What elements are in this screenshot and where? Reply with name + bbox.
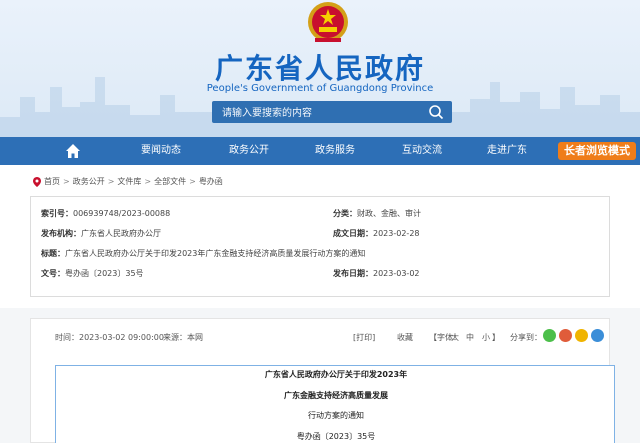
weibo-share-icon[interactable] bbox=[559, 329, 572, 342]
source-label: 来源：本网 bbox=[163, 333, 203, 342]
meta-published-date: 发布日期：2023-03-02 bbox=[333, 268, 420, 279]
document-body-frame: 广东省人民政府办公厅关于印发2023年 广东金融支持经济高质量发展 行动方案的通… bbox=[55, 365, 615, 443]
meta-index: 索引号：006939748/2023-00088 bbox=[41, 208, 170, 219]
nav-item-government-affairs[interactable]: 政务公开 bbox=[229, 137, 269, 165]
meta-created-value: 2023-02-28 bbox=[373, 229, 420, 238]
publish-time: 时间：2023-03-02 09:00:00 bbox=[55, 333, 164, 342]
national-emblem-icon bbox=[308, 2, 348, 42]
breadcrumb-separator: > bbox=[63, 177, 70, 186]
qzone-share-icon[interactable] bbox=[575, 329, 588, 342]
elder-mode-button[interactable]: 长者浏览模式 bbox=[558, 142, 636, 160]
wechat-share-icon[interactable] bbox=[543, 329, 556, 342]
article-card: 时间：2023-03-02 09:00:00 来源：本网 [打印] 收藏 【字体… bbox=[30, 318, 615, 443]
document-title-line-1: 广东省人民政府办公厅关于印发2023年 bbox=[264, 370, 408, 379]
meta-title-label: 标题： bbox=[41, 249, 65, 258]
breadcrumb-separator: > bbox=[189, 177, 196, 186]
document-title-line-2: 广东金融支持经济高质量发展 bbox=[284, 391, 388, 400]
meta-title-value: 广东省人民政府办公厅关于印发2023年广东金融支持经济高质量发展行动方案的通知 bbox=[65, 249, 366, 258]
breadcrumb-separator: > bbox=[144, 177, 152, 186]
home-icon[interactable] bbox=[65, 143, 81, 159]
meta-index-label: 索引号： bbox=[41, 209, 73, 218]
breadcrumb-government-affairs[interactable]: 政务公开 bbox=[73, 176, 105, 187]
meta-published-value: 2023-03-02 bbox=[373, 269, 420, 278]
nav-item-news[interactable]: 要闻动态 bbox=[141, 137, 181, 165]
site-header: 广东省人民政府 People's Government of Guangdong… bbox=[0, 0, 640, 137]
meta-created-date: 成文日期：2023-02-28 bbox=[333, 228, 420, 239]
site-title: 广东省人民政府 bbox=[214, 52, 425, 85]
breadcrumb-separator: > bbox=[107, 177, 115, 186]
meta-issuer-value: 广东省人民政府办公厅 bbox=[81, 229, 161, 238]
breadcrumb-all-files[interactable]: 全部文件 bbox=[154, 176, 186, 187]
main-nav: 要闻动态 政务公开 政务服务 互动交流 走进广东 bbox=[0, 137, 640, 165]
location-pin-icon bbox=[33, 176, 41, 187]
nav-item-interaction[interactable]: 互动交流 bbox=[402, 137, 442, 165]
breadcrumb-file-library[interactable]: 文件库 bbox=[117, 176, 141, 187]
print-button[interactable]: [打印] bbox=[353, 332, 375, 343]
font-medium-button[interactable]: 中 bbox=[466, 332, 474, 343]
nav-item-services[interactable]: 政务服务 bbox=[315, 137, 355, 165]
meta-issuer-label: 发布机构： bbox=[41, 229, 81, 238]
breadcrumb-home[interactable]: 首页 bbox=[44, 176, 60, 187]
meta-docno-label: 文号： bbox=[41, 269, 65, 278]
site-subtitle: People's Government of Guangdong Provinc… bbox=[206, 83, 434, 94]
document-title-line-3: 行动方案的通知 bbox=[308, 411, 364, 420]
favorite-button[interactable]: 收藏 bbox=[397, 332, 413, 343]
meta-document-number: 文号：粤办函〔2023〕35号 bbox=[41, 268, 144, 279]
meta-published-label: 发布日期： bbox=[333, 269, 373, 278]
search-bar bbox=[212, 101, 452, 125]
breadcrumb-current[interactable]: 粤办函 bbox=[199, 176, 223, 187]
article-toolbar: 时间：2023-03-02 09:00:00 来源：本网 [打印] 收藏 【字体… bbox=[31, 319, 611, 355]
qq-share-icon[interactable] bbox=[591, 329, 604, 342]
share-label: 分享到： bbox=[510, 333, 542, 342]
meta-index-value: 006939748/2023-00088 bbox=[73, 209, 171, 218]
meta-category-value: 财政、金融、审计 bbox=[357, 209, 421, 218]
search-icon[interactable] bbox=[428, 104, 444, 120]
meta-docno-value: 粤办函〔2023〕35号 bbox=[65, 269, 144, 278]
search-input[interactable] bbox=[212, 102, 412, 125]
font-size-bracket: 】 bbox=[492, 333, 500, 342]
document-metadata-table: 索引号：006939748/2023-00088 分类：财政、金融、审计 发布机… bbox=[30, 196, 610, 297]
document-number-line: 粤办函〔2023〕35号 bbox=[296, 432, 376, 441]
meta-title: 标题：广东省人民政府办公厅关于印发2023年广东金融支持经济高质量发展行动方案的… bbox=[41, 248, 365, 259]
nav-item-about-guangdong[interactable]: 走进广东 bbox=[487, 137, 527, 165]
meta-category-label: 分类： bbox=[333, 209, 357, 218]
font-large-button[interactable]: 大 bbox=[451, 332, 459, 343]
font-small-button[interactable]: 小 bbox=[482, 332, 490, 343]
breadcrumb: 首页 > 政务公开 > 文件库 > 全部文件 > 粤办函 bbox=[33, 176, 223, 187]
meta-created-label: 成文日期： bbox=[333, 229, 373, 238]
meta-issuer: 发布机构：广东省人民政府办公厅 bbox=[41, 228, 161, 239]
meta-category: 分类：财政、金融、审计 bbox=[333, 208, 421, 219]
